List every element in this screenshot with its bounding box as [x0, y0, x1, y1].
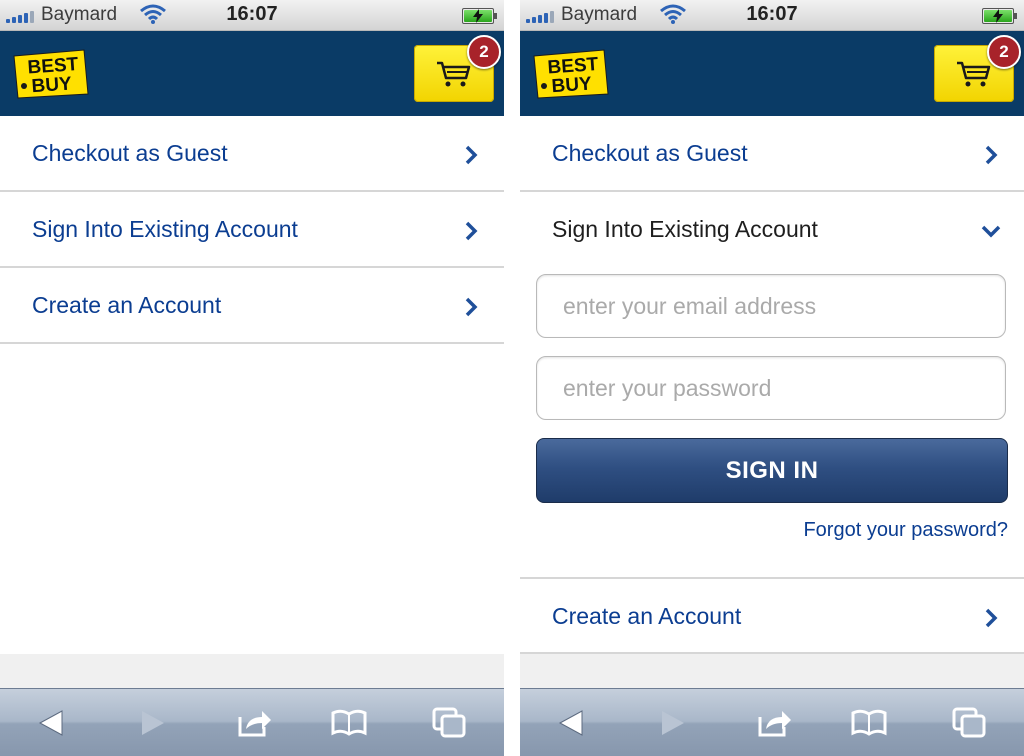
menu-item-label: Sign Into Existing Account [552, 216, 818, 242]
email-field[interactable] [536, 274, 1006, 338]
svg-text:BUY: BUY [551, 73, 593, 97]
back-arrow-icon[interactable] [34, 707, 70, 739]
cart-count-badge: 2 [467, 35, 501, 69]
chevron-right-icon [465, 145, 478, 165]
shopping-cart-icon [957, 61, 991, 87]
site-header: BEST BUY 2 [520, 31, 1024, 116]
menu-item-label: Create an Account [32, 292, 222, 318]
password-field[interactable] [536, 356, 1006, 420]
chevron-down-icon [981, 225, 1001, 238]
site-header: BEST BUY 2 [0, 31, 504, 116]
bookmarks-icon[interactable] [851, 707, 887, 739]
page-footer-strip [520, 654, 1024, 688]
menu-item-sign-into-existing-account-expanded[interactable]: Sign Into Existing Account [520, 192, 1024, 268]
cart-count-badge: 2 [987, 35, 1021, 69]
menu-item-label: Checkout as Guest [32, 140, 228, 166]
menu-item-checkout-as-guest[interactable]: Checkout as Guest [520, 116, 1024, 192]
status-bar: Baymard 16:07 [520, 0, 1024, 31]
menu-item-label: Sign Into Existing Account [32, 216, 298, 242]
chevron-right-icon [465, 221, 478, 241]
best-buy-logo[interactable]: BEST BUY [10, 46, 90, 102]
page-footer-strip [0, 654, 504, 688]
chevron-right-icon [465, 297, 478, 317]
phone-screen-collapsed: Baymard 16:07 BEST BUY 2 Checkout as Gue… [0, 0, 504, 756]
status-bar: Baymard 16:07 [0, 0, 504, 31]
chevron-right-icon [985, 145, 998, 165]
phone-screen-expanded: Baymard 16:07 BEST BUY 2 Checkout as Gue… [520, 0, 1024, 756]
share-icon[interactable] [756, 707, 792, 739]
back-arrow-icon[interactable] [554, 707, 590, 739]
battery-charging-icon [982, 8, 1017, 24]
menu-item-checkout-as-guest[interactable]: Checkout as Guest [0, 116, 504, 192]
share-icon[interactable] [236, 707, 272, 739]
forward-arrow-icon[interactable] [654, 707, 690, 739]
svg-text:BUY: BUY [31, 73, 73, 97]
menu-item-sign-into-existing-account[interactable]: Sign Into Existing Account [0, 192, 504, 268]
menu-item-create-an-account[interactable]: Create an Account [520, 577, 1024, 654]
chevron-right-icon [985, 608, 998, 628]
browser-toolbar [0, 688, 504, 756]
menu-item-create-an-account[interactable]: Create an Account [0, 268, 504, 344]
battery-charging-icon [462, 8, 497, 24]
best-buy-logo[interactable]: BEST BUY [530, 46, 610, 102]
tabs-icon[interactable] [432, 707, 468, 739]
status-time: 16:07 [226, 3, 278, 25]
sign-in-button[interactable]: SIGN IN [536, 438, 1008, 503]
forward-arrow-icon[interactable] [134, 707, 170, 739]
menu-item-label: Create an Account [552, 603, 742, 629]
forgot-password-link[interactable]: Forgot your password? [803, 519, 1008, 542]
screenshot-divider [504, 0, 520, 756]
menu-item-label: Checkout as Guest [552, 140, 748, 166]
status-time: 16:07 [746, 3, 798, 25]
shopping-cart-icon [437, 61, 471, 87]
browser-toolbar [520, 688, 1024, 756]
bookmarks-icon[interactable] [331, 707, 367, 739]
tabs-icon[interactable] [952, 707, 988, 739]
